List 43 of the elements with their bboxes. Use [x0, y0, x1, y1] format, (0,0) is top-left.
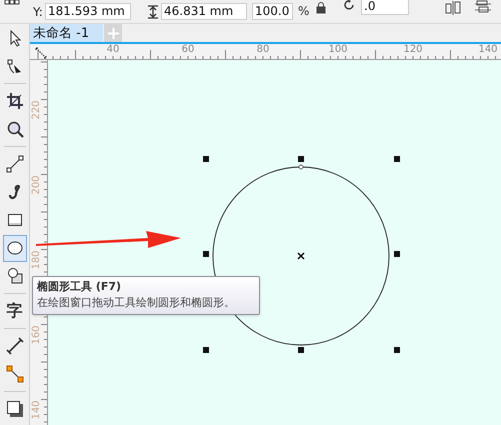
ruler-origin-icon — [35, 47, 47, 59]
ruler-label: 80 — [256, 44, 270, 56]
rotate-icon — [344, 0, 356, 10]
rectangle-icon — [6, 211, 24, 229]
tooltip-description: 在绘图窗口拖动工具绘制圆形和椭圆形。 — [37, 295, 236, 311]
tool-button[interactable] — [2, 234, 26, 262]
unit-label: % — [298, 4, 310, 18]
distribute-icon — [475, 0, 491, 14]
ruler-label: 200 — [31, 175, 43, 195]
align-icon — [445, 1, 461, 15]
line-icon — [6, 155, 24, 173]
ruler-label: 120 — [403, 44, 423, 56]
ruler-label: 140 — [478, 44, 498, 56]
connector-icon — [6, 365, 24, 383]
dimension-icon — [6, 337, 24, 355]
ellipse-icon — [6, 239, 24, 257]
ruler-label: 160 — [31, 325, 43, 345]
shadow-icon — [6, 400, 24, 418]
plus-icon — [108, 28, 118, 38]
field-label: Y: — [33, 5, 43, 19]
lock-icon — [316, 2, 326, 14]
ruler-label: 220 — [31, 100, 43, 120]
document-tab[interactable]: 未命名 -1 — [30, 24, 103, 42]
height-icon — [147, 5, 159, 19]
input-field[interactable]: 181.593 mm — [45, 3, 131, 20]
search-icon — [6, 120, 24, 138]
input-field[interactable]: 100.0 — [252, 3, 293, 20]
input-field[interactable]: .0 — [361, 0, 409, 15]
node-handle[interactable] — [298, 164, 304, 170]
node-icon — [6, 57, 24, 75]
text-tool-button[interactable]: 字 — [2, 298, 26, 324]
shapes-icon — [6, 267, 24, 285]
ruler-label: 60 — [182, 44, 194, 56]
ruler-label: 100 — [328, 44, 348, 56]
selection-handles[interactable] — [203, 156, 400, 353]
center-mark-icon — [297, 252, 305, 260]
ruler-label: 40 — [106, 44, 120, 56]
tooltip-title: 椭圆形工具 (F7) — [37, 279, 122, 295]
crop-icon — [6, 92, 24, 110]
ruler-label: 140 — [31, 400, 43, 420]
arrow-icon — [36, 229, 182, 251]
ruler-label: 180 — [31, 250, 43, 270]
input-field[interactable]: 46.831 mm — [161, 3, 247, 20]
